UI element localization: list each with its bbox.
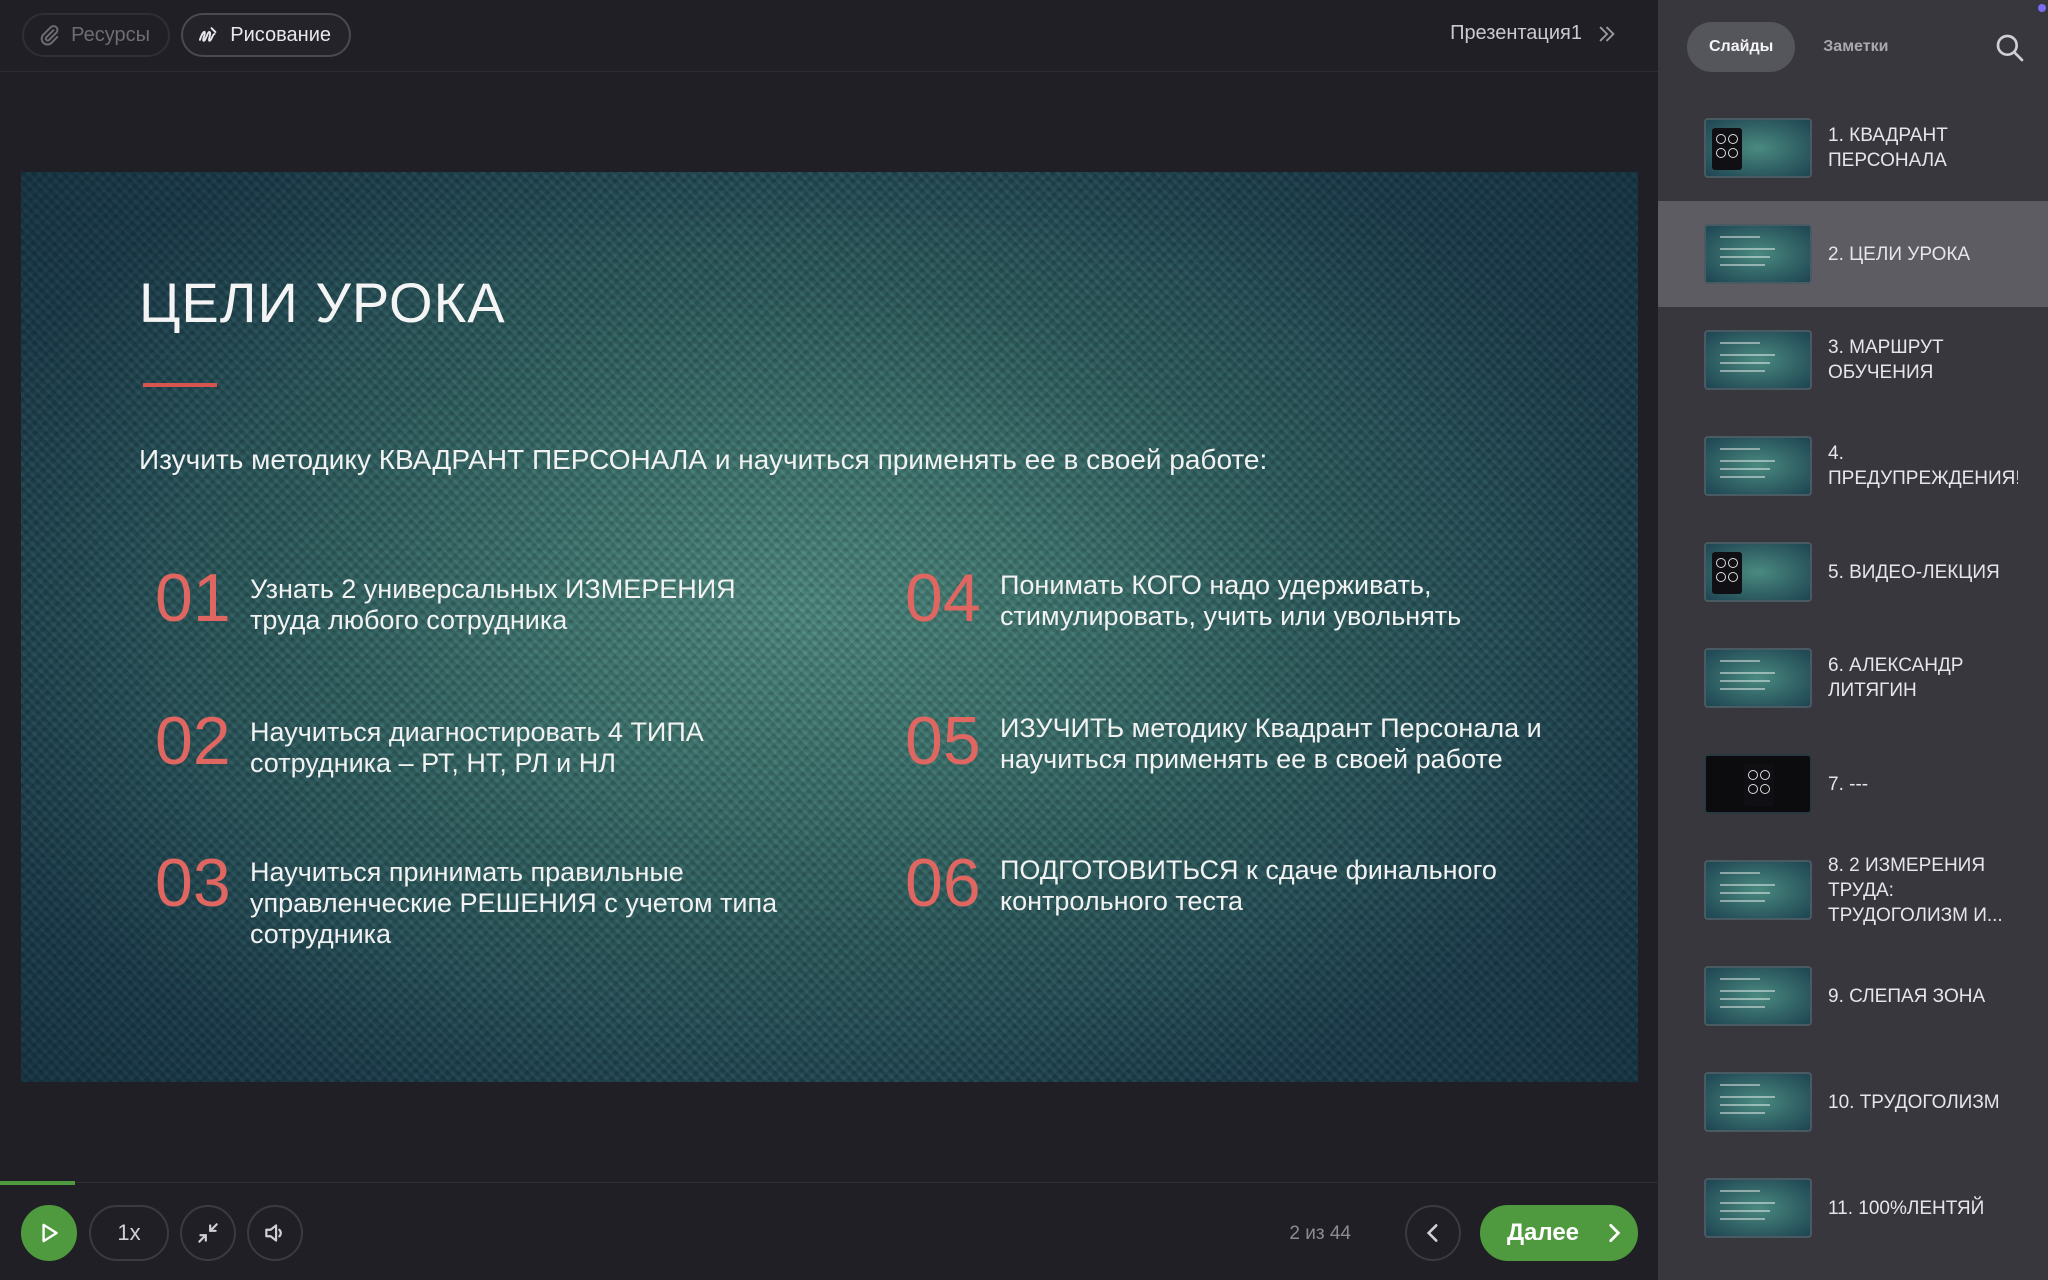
tab-slides[interactable]: Слайды — [1687, 22, 1796, 72]
presentation-title-text: Презентация1 — [1450, 22, 1582, 44]
tab-notes[interactable]: Заметки — [1801, 22, 1910, 72]
sidebar-slide-item[interactable]: 5. ВИДЕО-ЛЕКЦИЯ — [1658, 519, 2048, 625]
sidebar-slide-item[interactable]: 7. --- — [1658, 731, 2048, 837]
slide-list: 1. КВАДРАНТ ПЕРСОНАЛА 2. ЦЕЛИ УРОКА 3. МАР… — [1658, 95, 2048, 1261]
notification-dot — [2038, 4, 2046, 12]
top-toolbar: Ресурсы Рисование Презентация1 — [0, 0, 1658, 72]
goal-text: ПОДГОТОВИТЬСЯ к сдаче финального контрол… — [1000, 855, 1497, 916]
slide-thumbnail — [1704, 542, 1812, 602]
collapse-arrows-icon — [198, 1223, 218, 1243]
sidebar-slide-item[interactable]: 2. ЦЕЛИ УРОКА — [1658, 201, 2048, 307]
sidebar-slide-item[interactable]: 8. 2 ИЗМЕРЕНИЯ ТРУДА: ТРУДОГОЛИЗМ И... — [1658, 837, 2048, 943]
goal-number: 04 — [905, 560, 981, 636]
drawing-button[interactable]: Рисование — [181, 13, 351, 57]
sidebar-slide-label: 7. --- — [1828, 773, 1869, 795]
slide-thumbnail — [1704, 224, 1812, 284]
paperclip-icon — [40, 25, 59, 46]
slide-thumbnail — [1704, 648, 1812, 708]
sidebar-slide-label: 2. ЦЕЛИ УРОКА — [1828, 243, 1971, 265]
resources-label: Ресурсы — [71, 23, 150, 46]
next-slide-button[interactable]: Далее — [1480, 1205, 1638, 1261]
play-button[interactable] — [21, 1205, 77, 1261]
search-icon[interactable] — [1994, 32, 2026, 64]
drawing-label: Рисование — [230, 23, 331, 46]
current-slide: ЦЕЛИ УРОКА Изучить методику КВАДРАНТ ПЕР… — [21, 172, 1638, 1082]
goal-number: 06 — [905, 845, 981, 921]
sidebar-slide-label: 5. ВИДЕО-ЛЕКЦИЯ — [1828, 561, 2000, 583]
goal-item: 01 Узнать 2 универсальных ИЗМЕРЕНИЯ труд… — [155, 564, 770, 636]
sidebar-slide-label: 4. ПРЕДУПРЕЖДЕНИЯ!!! — [1828, 443, 2018, 489]
volume-icon — [265, 1224, 282, 1242]
slide-intro: Изучить методику КВАДРАНТ ПЕРСОНАЛА и на… — [139, 444, 1268, 475]
slide-thumbnail — [1704, 754, 1812, 814]
sidebar-slide-item[interactable]: 9. СЛЕПАЯ ЗОНА — [1658, 943, 2048, 1049]
chevron-right-icon — [1609, 1224, 1621, 1242]
slide-thumbnail — [1704, 860, 1812, 920]
resources-button[interactable]: Ресурсы — [22, 13, 170, 57]
exit-fullscreen-button[interactable] — [180, 1205, 236, 1261]
previous-slide-button[interactable] — [1405, 1205, 1461, 1261]
slides-sidebar: Слайды Заметки 1. КВАДРАНТ ПЕРСОНАЛА 2. Ц… — [1658, 0, 2048, 1280]
next-label: Далее — [1506, 1219, 1580, 1246]
goal-number: 02 — [155, 703, 231, 779]
goal-item: 03 Научиться принимать правильные управл… — [155, 849, 810, 950]
goal-item: 04 Понимать КОГО надо удерживать, стимул… — [905, 564, 1560, 632]
sidebar-slide-item[interactable]: 3. МАРШРУТ ОБУЧЕНИЯ — [1658, 307, 2048, 413]
scribble-icon — [198, 27, 217, 42]
chevron-left-icon — [1426, 1224, 1438, 1242]
goal-text: ИЗУЧИТЬ методику Квадрант Персонала и на… — [1000, 713, 1542, 774]
double-chevron-right-icon — [1599, 26, 1615, 41]
sidebar-slide-label: 6. АЛЕКСАНДР ЛИТЯГИН — [1828, 655, 1964, 701]
goal-item: 02 Научиться диагностировать 4 ТИПА сотр… — [155, 707, 810, 779]
volume-button[interactable] — [247, 1205, 303, 1261]
sidebar-slide-label: 10. ТРУДОГОЛИЗМ — [1828, 1091, 2000, 1113]
goal-text: Узнать 2 универсальных ИЗМЕРЕНИЯ труда л… — [250, 574, 736, 635]
slide-thumbnail — [1704, 1178, 1812, 1238]
presentation-title[interactable]: Презентация1 — [1450, 22, 1618, 45]
sidebar-slide-label: 1. КВАДРАНТ ПЕРСОНАЛА — [1828, 125, 1948, 171]
slide-thumbnail — [1704, 436, 1812, 496]
presentation-player: Ресурсы Рисование Презентация1 ЦЕЛИ УРОК… — [0, 0, 2048, 1280]
progress-bar[interactable] — [0, 1181, 75, 1185]
sidebar-slide-label: 11. 100%ЛЕНТЯЙ — [1828, 1197, 1985, 1219]
slide-stage: ЦЕЛИ УРОКА Изучить методику КВАДРАНТ ПЕР… — [0, 72, 1658, 1182]
slide-counter: 2 из 44 — [1289, 1223, 1351, 1244]
player-controls: 1x 2 из 44 Далее — [0, 1181, 1658, 1280]
sidebar-slide-label: 3. МАРШРУТ ОБУЧЕНИЯ — [1828, 337, 1944, 383]
slide-content: ЦЕЛИ УРОКА Изучить методику КВАДРАНТ ПЕР… — [21, 172, 1638, 1082]
sidebar-slide-item[interactable]: 6. АЛЕКСАНДР ЛИТЯГИН — [1658, 625, 2048, 731]
slide-thumbnail — [1704, 966, 1812, 1026]
sidebar-slide-item[interactable]: 1. КВАДРАНТ ПЕРСОНАЛА — [1658, 95, 2048, 201]
sidebar-slide-item[interactable]: 11. 100%ЛЕНТЯЙ — [1658, 1155, 2048, 1261]
slide-thumbnail — [1704, 118, 1812, 178]
sidebar-slide-item[interactable]: 10. ТРУДОГОЛИЗМ — [1658, 1049, 2048, 1155]
sidebar-slide-item[interactable]: 4. ПРЕДУПРЕЖДЕНИЯ!!! — [1658, 413, 2048, 519]
goal-item: 06 ПОДГОТОВИТЬСЯ к сдаче финального конт… — [905, 849, 1560, 917]
goal-text: Научиться диагностировать 4 ТИПА сотрудн… — [250, 717, 704, 778]
sidebar-tabs: Слайды Заметки — [1687, 22, 1910, 72]
goal-text: Понимать КОГО надо удерживать, стимулиро… — [1000, 570, 1462, 631]
playback-speed-label: 1x — [117, 1220, 141, 1245]
goal-number: 05 — [905, 703, 981, 779]
goal-item: 05 ИЗУЧИТЬ методику Квадрант Персонала и… — [905, 707, 1560, 775]
slide-title: ЦЕЛИ УРОКА — [139, 271, 506, 334]
slide-thumbnail — [1704, 330, 1812, 390]
goal-text: Научиться принимать правильные управленч… — [250, 857, 778, 949]
playback-speed-button[interactable]: 1x — [89, 1205, 169, 1261]
sidebar-slide-label: 8. 2 ИЗМЕРЕНИЯ ТРУДА: ТРУДОГОЛИЗМ И... — [1828, 854, 2003, 926]
play-icon — [42, 1223, 58, 1243]
sidebar-slide-label: 9. СЛЕПАЯ ЗОНА — [1828, 985, 1986, 1007]
slide-thumbnail — [1704, 1072, 1812, 1132]
goal-number: 01 — [155, 560, 231, 636]
goal-number: 03 — [155, 845, 231, 921]
title-underline — [143, 383, 217, 387]
